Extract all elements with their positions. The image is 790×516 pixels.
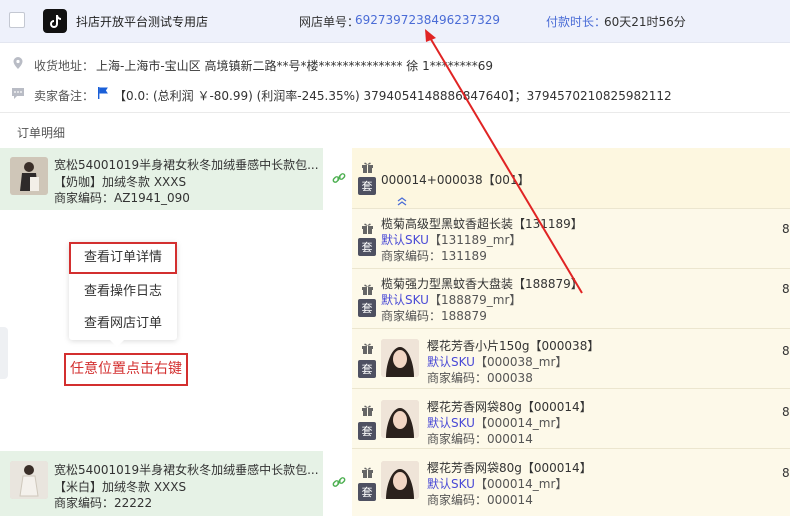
merchant-code-value: 131189 [441, 249, 487, 263]
sku-link[interactable]: 默认SKU [427, 477, 475, 491]
combo-item-name: 榄菊强力型黑蚊香大盘装【188879】 [381, 277, 583, 291]
right-click-hint: 任意位置点击右键 [64, 353, 188, 386]
context-menu-pointer [110, 340, 124, 347]
sku-code: 【000014_mr】 [474, 477, 568, 491]
sku-link[interactable]: 默认SKU [381, 233, 429, 247]
merchant-code-label: 商家编码： [381, 249, 442, 263]
item-quantity: 8 [782, 282, 790, 296]
product-thumbnail [381, 461, 419, 499]
combo-item-name: 樱花芳香网袋80g【000014】 [427, 400, 592, 414]
merchant-code-label: 商家编码： [427, 371, 488, 385]
combo-item-name: 樱花芳香小片150g【000038】 [427, 339, 600, 353]
side-collapse-handle[interactable] [0, 327, 8, 379]
tiktok-logo-icon [43, 9, 67, 33]
combo-badge: 套 [358, 238, 376, 256]
order-detail-title: 订单明细 [17, 126, 66, 140]
combo-badge: 套 [358, 422, 376, 440]
item-quantity: 8 [782, 344, 790, 358]
gift-icon [361, 222, 374, 235]
merchant-code-label: 商家编码： [54, 191, 115, 205]
merchant-code-value: 000014 [487, 432, 533, 446]
address-value: 上海-上海市-宝山区 高境镇新二路**号*楼************** 徐 1… [96, 59, 494, 73]
menu-item-view-order-detail[interactable]: 查看订单详情 [69, 242, 177, 274]
merchant-code-value: 22222 [114, 496, 153, 510]
merchant-code-value: 000038 [487, 371, 533, 385]
gift-icon [361, 404, 374, 417]
item-quantity: 8 [782, 222, 790, 236]
flag-icon[interactable] [96, 86, 110, 100]
menu-item-view-operation-log[interactable]: 查看操作日志 [69, 276, 177, 308]
product-thumbnail [381, 339, 419, 377]
pay-duration-label: 付款时长： [546, 15, 607, 29]
merchant-code-value: 188879 [441, 309, 487, 323]
gift-icon [361, 283, 374, 296]
message-icon [11, 86, 25, 100]
product-thumbnail [10, 157, 48, 195]
sku-code: 【000038_mr】 [474, 355, 568, 369]
combo-badge: 套 [358, 177, 376, 195]
seller-remark-label: 卖家备注： [34, 89, 95, 103]
combo-badge: 套 [358, 483, 376, 501]
sku-code: 【000014_mr】 [474, 416, 568, 430]
menu-item-view-store-order[interactable]: 查看网店订单 [69, 308, 177, 340]
merchant-code-label: 商家编码： [54, 496, 115, 510]
item-quantity: 8 [782, 466, 790, 480]
left-product-variant: 【米白】加绒冬款 XXXS [54, 480, 187, 494]
pay-duration-value: 60天21时56分 [604, 15, 686, 29]
combo-badge: 套 [358, 360, 376, 378]
sku-code: 【188879_mr】 [428, 293, 522, 307]
combo-item-name: 樱花芳香网袋80g【000014】 [427, 461, 592, 475]
context-menu: 查看订单详情 查看操作日志 查看网店订单 [69, 242, 177, 340]
sku-link[interactable]: 默认SKU [381, 293, 429, 307]
gift-icon [361, 466, 374, 479]
sku-link[interactable]: 默认SKU [427, 355, 475, 369]
combo-title: 000014+000038【001】 [381, 173, 530, 187]
merchant-code-label: 商家编码： [381, 309, 442, 323]
merchant-code-value: AZ1941_090 [114, 191, 190, 205]
address-label: 收货地址： [34, 59, 95, 73]
merchant-code-label: 商家编码： [427, 432, 488, 446]
order-detail-divider [0, 112, 790, 147]
store-name: 抖店开放平台测试专用店 [76, 15, 209, 29]
product-thumbnail [381, 400, 419, 438]
link-icon[interactable] [332, 475, 346, 489]
gift-icon [361, 342, 374, 355]
combo-badge: 套 [358, 299, 376, 317]
gift-icon [361, 161, 374, 174]
left-product-title: 宽松54001019半身裙女秋冬加绒垂感中长款包... [54, 463, 319, 477]
order-no-link[interactable]: 6927397238496237329 [355, 13, 500, 27]
item-quantity: 8 [782, 405, 790, 419]
sku-link[interactable]: 默认SKU [427, 416, 475, 430]
order-select-checkbox[interactable] [9, 12, 25, 28]
combo-item-name: 榄菊高级型黑蚊香超长装【131189】 [381, 217, 583, 231]
product-thumbnail [10, 461, 48, 499]
merchant-code-label: 商家编码： [427, 493, 488, 507]
link-icon[interactable] [332, 171, 346, 185]
sku-code: 【131189_mr】 [428, 233, 522, 247]
left-product-variant: 【奶咖】加绒冬款 XXXS [54, 175, 187, 189]
left-product-title: 宽松54001019半身裙女秋冬加绒垂感中长款包... [54, 158, 319, 172]
seller-remark-value: 【0.0: (总利润 ￥-80.99) (利润率-245.35%) 379405… [114, 89, 672, 103]
location-pin-icon [11, 56, 25, 70]
chevron-up-icon[interactable] [396, 195, 408, 206]
merchant-code-value: 000014 [487, 493, 533, 507]
order-no-label: 网店单号： [299, 15, 360, 29]
